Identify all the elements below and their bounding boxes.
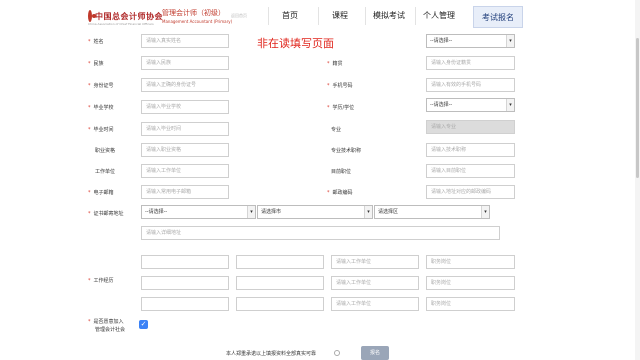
chevron-down-icon: ▾ bbox=[247, 206, 255, 218]
major-input[interactable]: 请输入专业 bbox=[426, 120, 515, 134]
current-position-input[interactable]: 请输入目前职位 bbox=[426, 164, 515, 178]
degree-label: 学历/学位 bbox=[327, 104, 355, 111]
work-history-period-input[interactable] bbox=[236, 297, 324, 311]
email-input[interactable]: 请输入常用电子邮箱 bbox=[141, 185, 229, 199]
nav-mock-exam[interactable]: 模拟考试 bbox=[373, 10, 405, 21]
postcode-input[interactable]: 请输入地址对应的邮政编码 bbox=[426, 185, 515, 199]
graduate-school-input[interactable]: 请输入毕业学校 bbox=[141, 100, 229, 114]
address-label: 证书邮寄地址 bbox=[88, 210, 124, 217]
name-label: 姓名 bbox=[88, 38, 104, 45]
program-subtitle: Management Accountant (Primary) bbox=[162, 19, 233, 24]
nav-divider bbox=[318, 7, 319, 25]
graduate-school-label: 毕业学校 bbox=[88, 104, 114, 111]
chevron-down-icon: ▾ bbox=[506, 35, 514, 47]
nav-divider bbox=[365, 7, 366, 25]
city-select-value: 请选择市 bbox=[261, 209, 282, 215]
nav-divider bbox=[415, 7, 416, 25]
qualification-label: 职业资格 bbox=[95, 148, 116, 154]
ethnicity-input[interactable]: 请输入民族 bbox=[141, 56, 229, 70]
nav-personal[interactable]: 个人管理 bbox=[423, 10, 455, 21]
accept-adjust-label-line2: 管理会计社会 bbox=[95, 327, 126, 333]
work-history-position-input[interactable]: 职务岗位 bbox=[426, 255, 515, 269]
program-title: 管理会计师（初级） bbox=[162, 9, 225, 17]
qualification-input[interactable]: 请输入职业资格 bbox=[141, 143, 229, 157]
id-number-input[interactable]: 请输入正确的身份证号 bbox=[141, 78, 229, 92]
nav-courses[interactable]: 课程 bbox=[332, 10, 348, 21]
work-history-unit-input[interactable]: 请输入工作单位 bbox=[331, 297, 419, 311]
phone-label: 手机号码 bbox=[327, 82, 353, 89]
current-position-label: 目前职位 bbox=[331, 169, 352, 175]
ethnicity-label: 民族 bbox=[88, 60, 104, 67]
nav-exam-registration[interactable]: 考试报名 bbox=[473, 6, 523, 28]
page-annotation: 非在读填写页面 bbox=[257, 37, 334, 50]
district-select[interactable]: 请选择区 ▾ bbox=[374, 205, 490, 219]
employer-label: 工作单位 bbox=[95, 169, 116, 175]
employer-input[interactable]: 请输入工作单位 bbox=[141, 164, 229, 178]
district-select-value: 请选择区 bbox=[378, 209, 399, 215]
degree-select[interactable]: --请选择-- ▾ bbox=[426, 98, 515, 112]
program-title-block: 管理会计师（初级） Management Accountant (Primary… bbox=[162, 8, 232, 24]
back-home-link[interactable]: 返回首页 bbox=[231, 13, 247, 19]
work-history-position-input[interactable]: 职务岗位 bbox=[426, 297, 515, 311]
work-history-position-input[interactable]: 职务岗位 bbox=[426, 276, 515, 290]
phone-input[interactable]: 请输入有效的手机号码 bbox=[426, 78, 515, 92]
province-select[interactable]: --请选择-- ▾ bbox=[141, 205, 256, 219]
id-number-label: 身份证号 bbox=[88, 82, 114, 89]
email-label: 电子邮箱 bbox=[88, 189, 114, 196]
accept-adjust-label-line1: 是否愿意加入 bbox=[88, 318, 124, 325]
major-label: 专业 bbox=[331, 127, 342, 133]
city-select[interactable]: 请选择市 ▾ bbox=[257, 205, 373, 219]
postcode-label: 邮政编码 bbox=[327, 189, 353, 196]
chevron-down-icon: ▾ bbox=[481, 206, 489, 218]
scrollbar-thumb[interactable] bbox=[636, 38, 639, 178]
nav-divider bbox=[268, 7, 269, 25]
agreement-checkbox[interactable] bbox=[334, 350, 340, 356]
logo-emblem-icon bbox=[88, 10, 96, 22]
accept-adjust-checkbox[interactable]: ✓ bbox=[139, 320, 148, 329]
work-history-period-input[interactable] bbox=[236, 255, 324, 269]
site-header: 中国总会计师协会 China Association of Chief Fina… bbox=[0, 0, 640, 34]
logo[interactable]: 中国总会计师协会 bbox=[88, 9, 163, 23]
work-history-period-input[interactable] bbox=[141, 255, 229, 269]
name-input[interactable]: 请输入真实姓名 bbox=[141, 34, 229, 48]
graduation-time-label: 毕业时间 bbox=[88, 126, 114, 133]
degree-select-value: --请选择-- bbox=[430, 102, 453, 108]
address-detail-input[interactable]: 请输入详细地址 bbox=[141, 226, 500, 240]
agreement-label: 本人郑重承诺以上填报资料全部真实可靠 bbox=[226, 351, 317, 357]
gender-select-value: --请选择-- bbox=[430, 38, 453, 44]
tech-title-label: 专业技术职称 bbox=[331, 148, 362, 154]
tech-title-input[interactable]: 请输入技术职称 bbox=[426, 143, 515, 157]
work-history-unit-input[interactable]: 请输入工作单位 bbox=[331, 276, 419, 290]
native-place-label: 籍贯 bbox=[327, 60, 343, 67]
submit-button[interactable]: 报名 bbox=[361, 346, 389, 360]
nav-home[interactable]: 首页 bbox=[282, 10, 298, 21]
work-history-period-input[interactable] bbox=[141, 297, 229, 311]
native-place-input[interactable]: 请输入身份证籍贯 bbox=[426, 56, 515, 70]
logo-text: 中国总会计师协会 bbox=[95, 10, 163, 21]
logo-subtitle: China Association of Chief Financial Off… bbox=[88, 22, 154, 26]
gender-select[interactable]: --请选择-- ▾ bbox=[426, 34, 515, 48]
work-history-label: 工作经历 bbox=[88, 277, 114, 284]
work-history-period-input[interactable] bbox=[141, 276, 229, 290]
page-scrollbar[interactable] bbox=[635, 0, 640, 360]
work-history-unit-input[interactable]: 请输入工作单位 bbox=[331, 255, 419, 269]
province-select-value: --请选择-- bbox=[145, 209, 168, 215]
graduation-time-input[interactable]: 请输入毕业时间 bbox=[141, 122, 229, 136]
chevron-down-icon: ▾ bbox=[506, 99, 514, 111]
work-history-period-input[interactable] bbox=[236, 276, 324, 290]
chevron-down-icon: ▾ bbox=[364, 206, 372, 218]
